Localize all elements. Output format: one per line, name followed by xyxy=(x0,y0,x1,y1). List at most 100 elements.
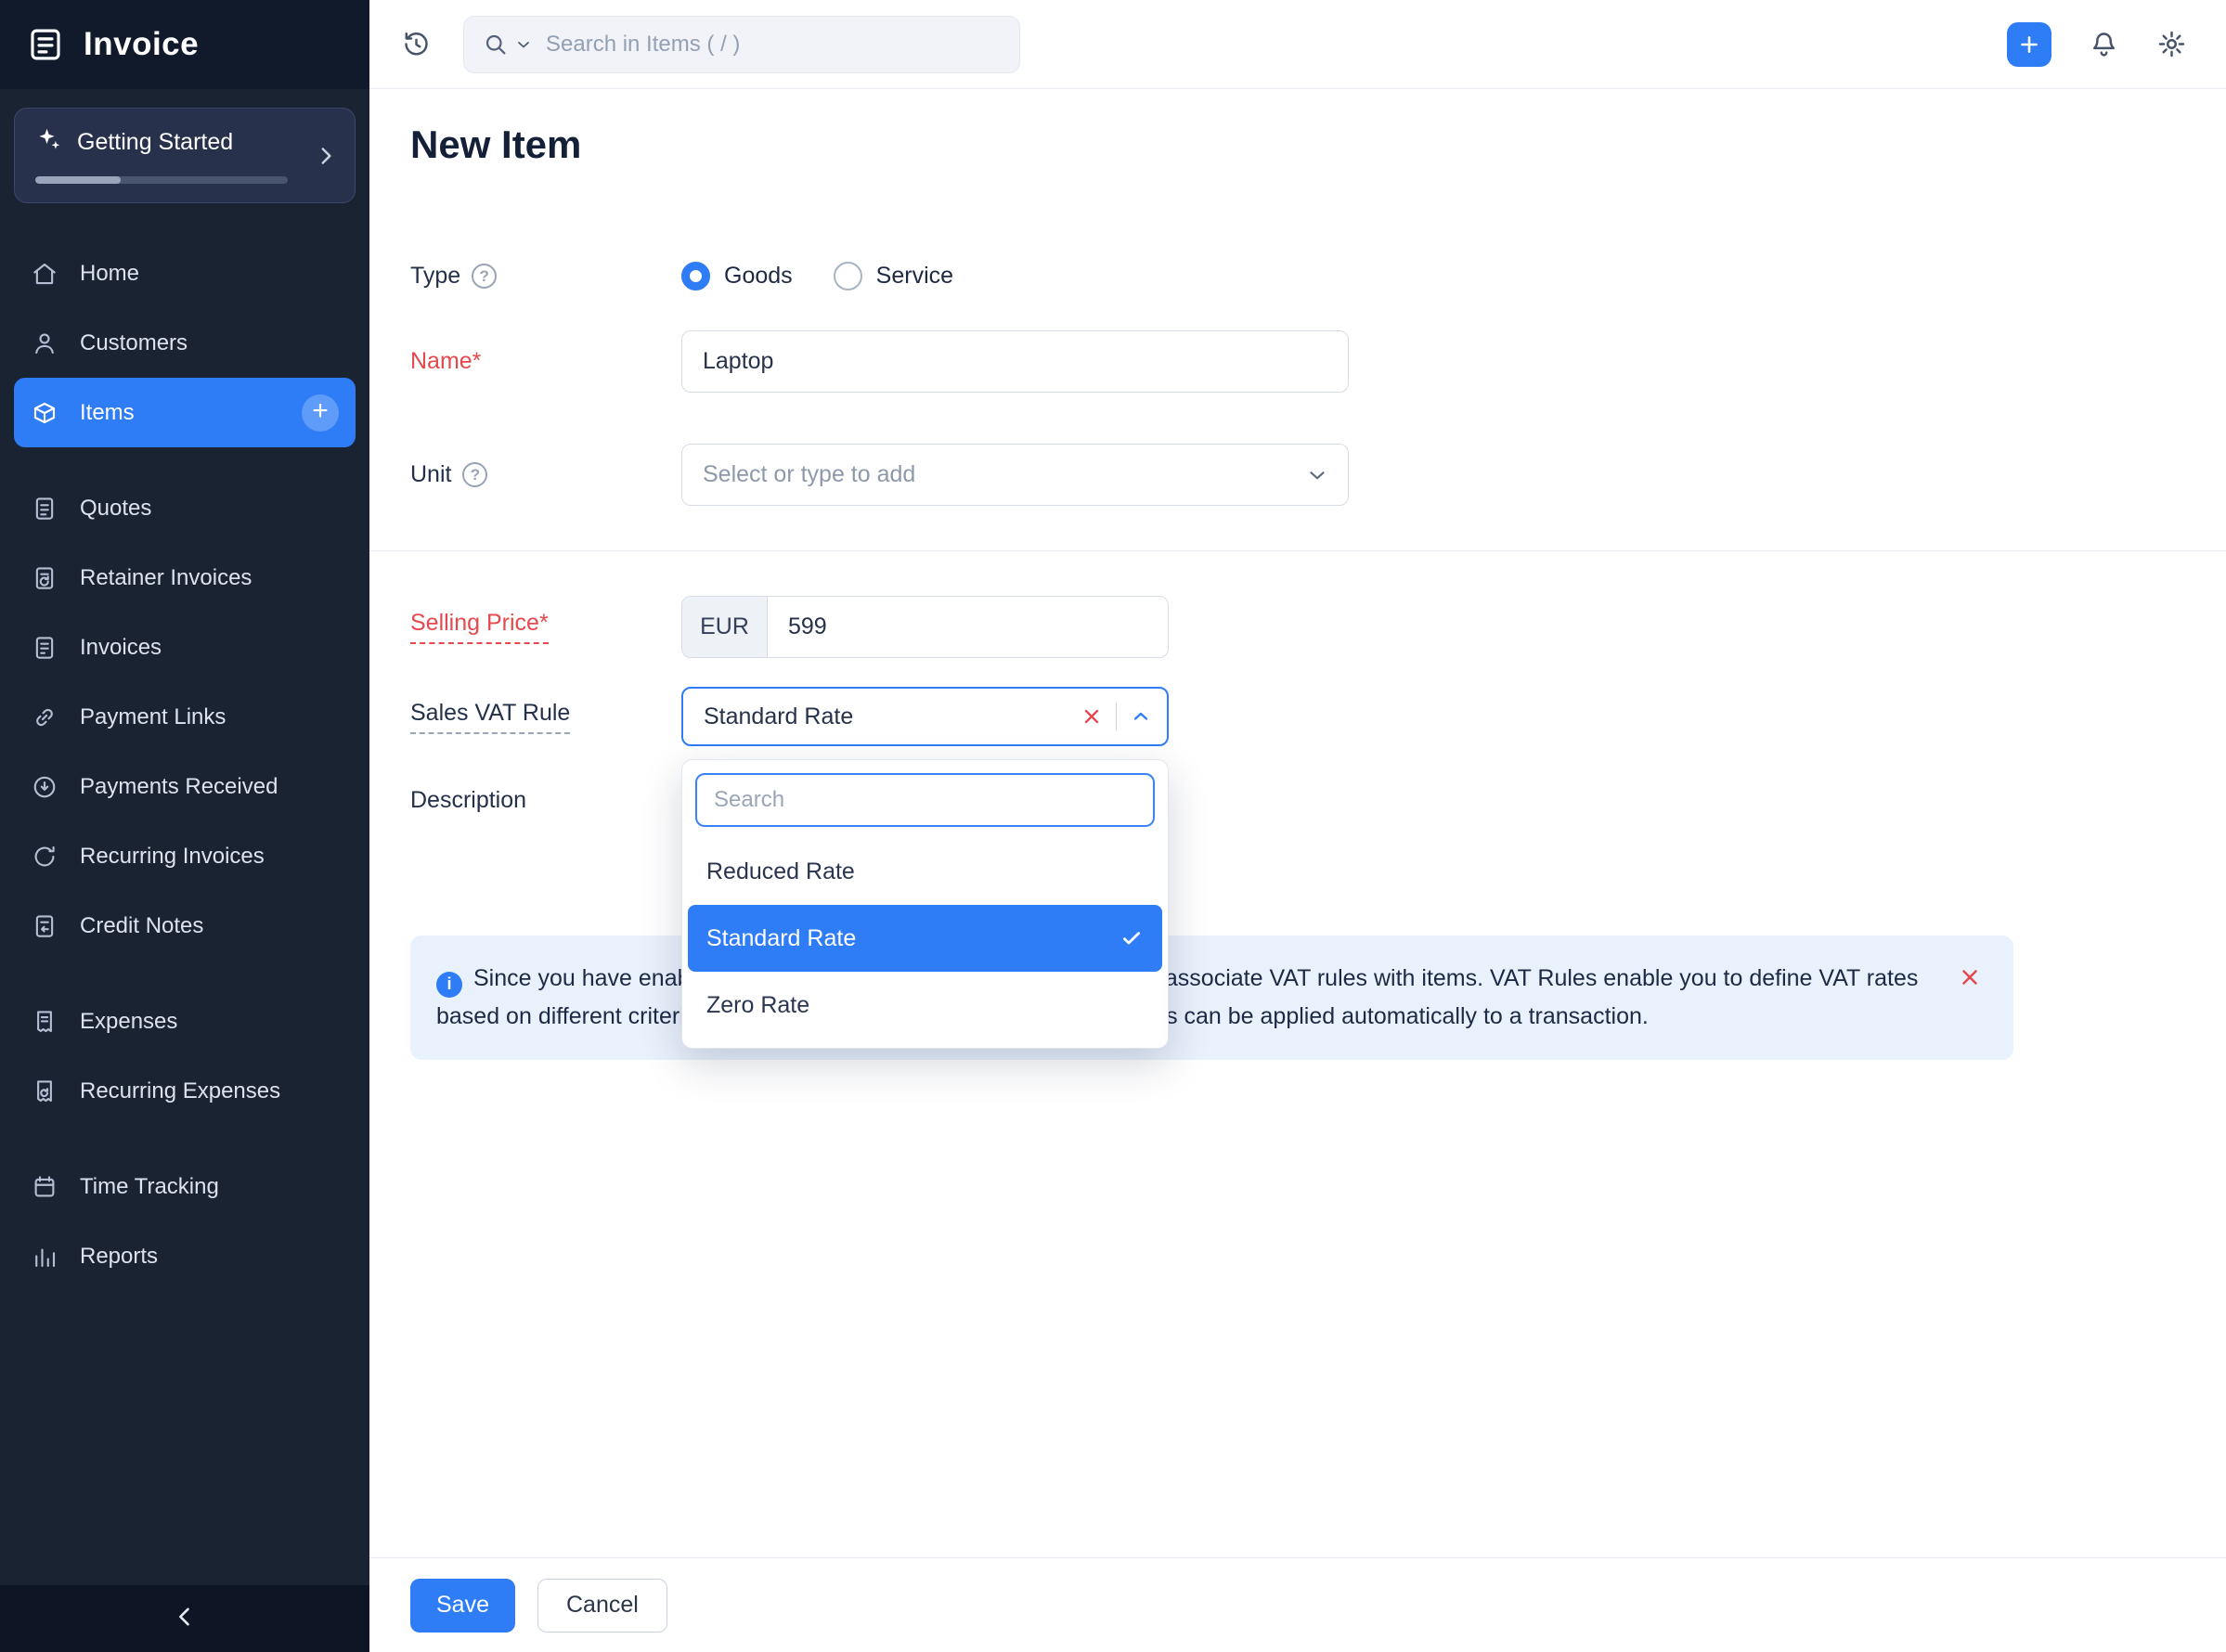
invoices-icon xyxy=(31,634,58,662)
form-footer: Save Cancel xyxy=(369,1557,2226,1652)
vat-option-standard-rate[interactable]: Standard Rate xyxy=(688,905,1162,972)
sidebar-item-recurring-expenses[interactable]: Recurring Expenses xyxy=(14,1056,356,1126)
selling-price-label: Selling Price* xyxy=(410,610,681,644)
notifications-bell-icon[interactable] xyxy=(2089,29,2119,59)
sidebar-item-customers[interactable]: Customers xyxy=(14,308,356,378)
sidebar-item-retainer-invoices[interactable]: Retainer Invoices xyxy=(14,543,356,613)
vat-rule-dropdown: Reduced Rate Standard Rate Zero Rate xyxy=(681,759,1169,1049)
sidebar-item-reports[interactable]: Reports xyxy=(14,1221,356,1291)
sidebar-item-label: Recurring Invoices xyxy=(80,843,265,869)
sidebar-item-label: Home xyxy=(80,260,140,286)
quotes-icon xyxy=(31,495,58,523)
sidebar-item-payment-links[interactable]: Payment Links xyxy=(14,682,356,752)
unit-placeholder: Select or type to add xyxy=(703,461,916,487)
type-row: Type ? Goods Service xyxy=(410,262,994,290)
currency-prefix: EUR xyxy=(682,597,768,657)
cancel-button[interactable]: Cancel xyxy=(537,1578,667,1633)
global-search[interactable] xyxy=(463,15,1020,73)
sidebar-nav-group: Time Tracking Reports xyxy=(0,1152,369,1291)
description-label: Description xyxy=(410,787,527,813)
type-option-goods[interactable]: Goods xyxy=(681,262,793,290)
sidebar-item-credit-notes[interactable]: Credit Notes xyxy=(14,891,356,961)
topbar xyxy=(369,0,2226,89)
field-divider xyxy=(1116,703,1117,730)
help-icon[interactable]: ? xyxy=(472,264,498,289)
sidebar-collapse-button[interactable] xyxy=(0,1585,369,1652)
type-option-service[interactable]: Service xyxy=(833,262,953,290)
sidebar-item-label: Recurring Expenses xyxy=(80,1078,281,1103)
app-logo[interactable]: Invoice xyxy=(0,0,369,89)
description-row: Description xyxy=(410,787,681,814)
vat-option-reduced-rate[interactable]: Reduced Rate xyxy=(688,838,1162,905)
name-input[interactable] xyxy=(681,330,1349,393)
page-content: New Item Type ? Goods Service Name* Unit … xyxy=(369,89,2226,1652)
app-title: Invoice xyxy=(84,26,200,62)
selling-price-field: EUR xyxy=(681,596,1169,658)
vat-option-zero-rate[interactable]: Zero Rate xyxy=(688,972,1162,1039)
sidebar-nav-group: Quotes Retainer Invoices Invoices Payment L… xyxy=(0,473,369,961)
sales-vat-rule-value: Standard Rate xyxy=(704,703,854,729)
check-icon xyxy=(1119,926,1144,950)
chevron-right-icon xyxy=(314,144,338,168)
sparkle-icon xyxy=(35,125,63,160)
customers-icon xyxy=(31,329,58,357)
clear-selection-icon[interactable] xyxy=(1081,705,1103,728)
type-radio-group: Goods Service xyxy=(681,262,994,290)
name-row: Name* xyxy=(410,330,1349,393)
help-icon[interactable]: ? xyxy=(462,462,488,487)
chevron-up-icon[interactable] xyxy=(1130,705,1152,728)
search-input[interactable] xyxy=(546,31,1001,58)
banner-close-icon[interactable] xyxy=(1958,965,1982,989)
vat-dropdown-search-input[interactable] xyxy=(695,773,1155,827)
save-button[interactable]: Save xyxy=(410,1578,515,1633)
unit-row: Unit ? Select or type to add xyxy=(410,444,1349,506)
vat-info-banner: iSince you have enabled VAT for your org… xyxy=(410,936,2013,1060)
sales-vat-rule-select[interactable]: Standard Rate xyxy=(681,687,1169,746)
add-new-item-button[interactable]: + xyxy=(302,394,339,432)
sidebar-item-recurring-invoices[interactable]: Recurring Invoices xyxy=(14,821,356,891)
sidebar-item-time-tracking[interactable]: Time Tracking xyxy=(14,1152,356,1221)
sales-vat-rule-label: Sales VAT Rule xyxy=(410,700,681,734)
search-icon[interactable] xyxy=(483,32,509,58)
sidebar-item-invoices[interactable]: Invoices xyxy=(14,613,356,682)
unit-select[interactable]: Select or type to add xyxy=(681,444,1349,506)
quick-create-button[interactable] xyxy=(2007,21,2051,67)
sidebar-item-label: Time Tracking xyxy=(80,1173,219,1199)
sidebar-item-label: Items xyxy=(80,399,135,425)
getting-started-label: Getting Started xyxy=(77,129,234,155)
expenses-icon xyxy=(31,1008,58,1036)
sidebar-item-quotes[interactable]: Quotes xyxy=(14,473,356,543)
recurring-invoices-icon xyxy=(31,843,58,871)
invoice-logo-icon xyxy=(26,25,65,64)
payments-received-icon xyxy=(31,773,58,801)
retainer-invoices-icon xyxy=(31,564,58,592)
search-scope-chevron-icon[interactable] xyxy=(514,35,533,54)
sidebar-item-expenses[interactable]: Expenses xyxy=(14,987,356,1056)
items-icon xyxy=(31,399,58,427)
main-area: New Item Type ? Goods Service Name* Unit … xyxy=(369,0,2226,1652)
sidebar-item-label: Customers xyxy=(80,329,188,355)
sidebar-nav-group: Home Customers Items + xyxy=(0,239,369,447)
sidebar-nav-group: Expenses Recurring Expenses xyxy=(0,987,369,1126)
radio-label: Goods xyxy=(724,263,793,289)
sidebar-item-home[interactable]: Home xyxy=(14,239,356,308)
vat-option-label: Zero Rate xyxy=(706,991,810,1018)
credit-notes-icon xyxy=(31,912,58,940)
app-window: Invoice Getting Started Home Customers Ite… xyxy=(0,0,2226,1652)
vat-dropdown-list: Reduced Rate Standard Rate Zero Rate xyxy=(682,838,1168,1039)
recent-history-icon[interactable] xyxy=(401,29,432,59)
sales-vat-rule-row: Sales VAT Rule Standard Rate xyxy=(410,687,1169,746)
vat-option-label: Standard Rate xyxy=(706,924,857,951)
sidebar-item-items[interactable]: Items + xyxy=(14,378,356,447)
chevron-left-icon xyxy=(172,1604,198,1634)
type-label: Type ? xyxy=(410,263,681,290)
sidebar-item-payments-received[interactable]: Payments Received xyxy=(14,752,356,821)
radio-icon[interactable] xyxy=(681,262,710,290)
sidebar-item-label: Credit Notes xyxy=(80,912,204,938)
vat-info-text: Since you have enabled VAT for your orga… xyxy=(436,965,1919,1029)
selling-price-input[interactable] xyxy=(768,597,1168,657)
radio-icon[interactable] xyxy=(833,262,862,290)
settings-gear-icon[interactable] xyxy=(2156,29,2187,59)
name-label: Name* xyxy=(410,348,482,374)
getting-started-card[interactable]: Getting Started xyxy=(14,108,356,203)
